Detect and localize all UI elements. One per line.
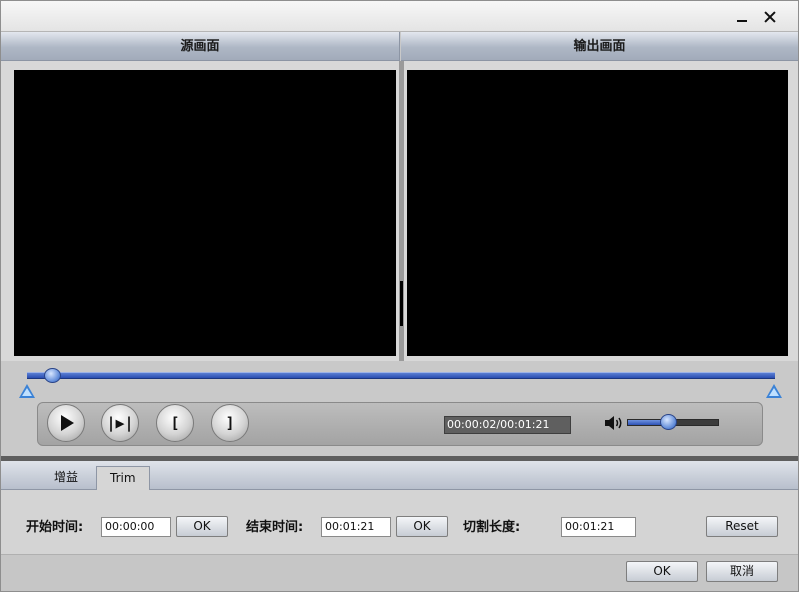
output-preview-title: 输出画面: [401, 32, 798, 61]
mark-out-icon: ]: [225, 414, 235, 432]
step-frame-button[interactable]: |▶|: [101, 404, 139, 442]
ok-button[interactable]: OK: [626, 561, 698, 582]
volume-thumb[interactable]: [660, 414, 677, 430]
end-time-ok-button[interactable]: OK: [396, 516, 448, 537]
tab-gain[interactable]: 增益: [41, 466, 91, 490]
timeline-slider[interactable]: [27, 372, 775, 379]
trim-length-label: 切割长度:: [463, 520, 521, 535]
mark-in-icon: [: [170, 414, 180, 432]
play-button[interactable]: [47, 404, 85, 442]
trim-length-field[interactable]: 00:01:21: [561, 517, 636, 537]
close-icon[interactable]: [760, 7, 780, 27]
source-preview-title: 源画面: [1, 32, 400, 61]
speaker-icon[interactable]: [604, 415, 624, 431]
start-time-label: 开始时间:: [26, 520, 84, 535]
timeline-thumb[interactable]: [44, 368, 61, 383]
minimize-icon[interactable]: [732, 7, 752, 27]
play-icon: [61, 415, 74, 431]
trim-end-marker-icon[interactable]: [766, 384, 782, 398]
trim-dialog-window: 源画面 输出画面 |▶| [ ] 00:00:02/00:01:21 增益 Tr…: [0, 0, 799, 592]
cancel-button[interactable]: 取消: [706, 561, 778, 582]
reset-button[interactable]: Reset: [706, 516, 778, 537]
end-time-field[interactable]: 00:01:21: [321, 517, 391, 537]
title-bar: [1, 1, 798, 32]
end-time-label: 结束时间:: [246, 520, 304, 535]
tab-trim[interactable]: Trim: [96, 466, 150, 490]
preview-divider: [399, 61, 404, 361]
source-preview-screen: [14, 70, 396, 356]
output-preview-screen: [407, 70, 788, 356]
start-time-field[interactable]: 00:00:00: [101, 517, 171, 537]
step-frame-icon: |▶|: [106, 414, 134, 432]
mark-out-button[interactable]: ]: [211, 404, 249, 442]
preview-area: [1, 61, 798, 361]
trim-start-marker-icon[interactable]: [19, 384, 35, 398]
mark-in-button[interactable]: [: [156, 404, 194, 442]
time-display: 00:00:02/00:01:21: [444, 416, 571, 434]
start-time-ok-button[interactable]: OK: [176, 516, 228, 537]
